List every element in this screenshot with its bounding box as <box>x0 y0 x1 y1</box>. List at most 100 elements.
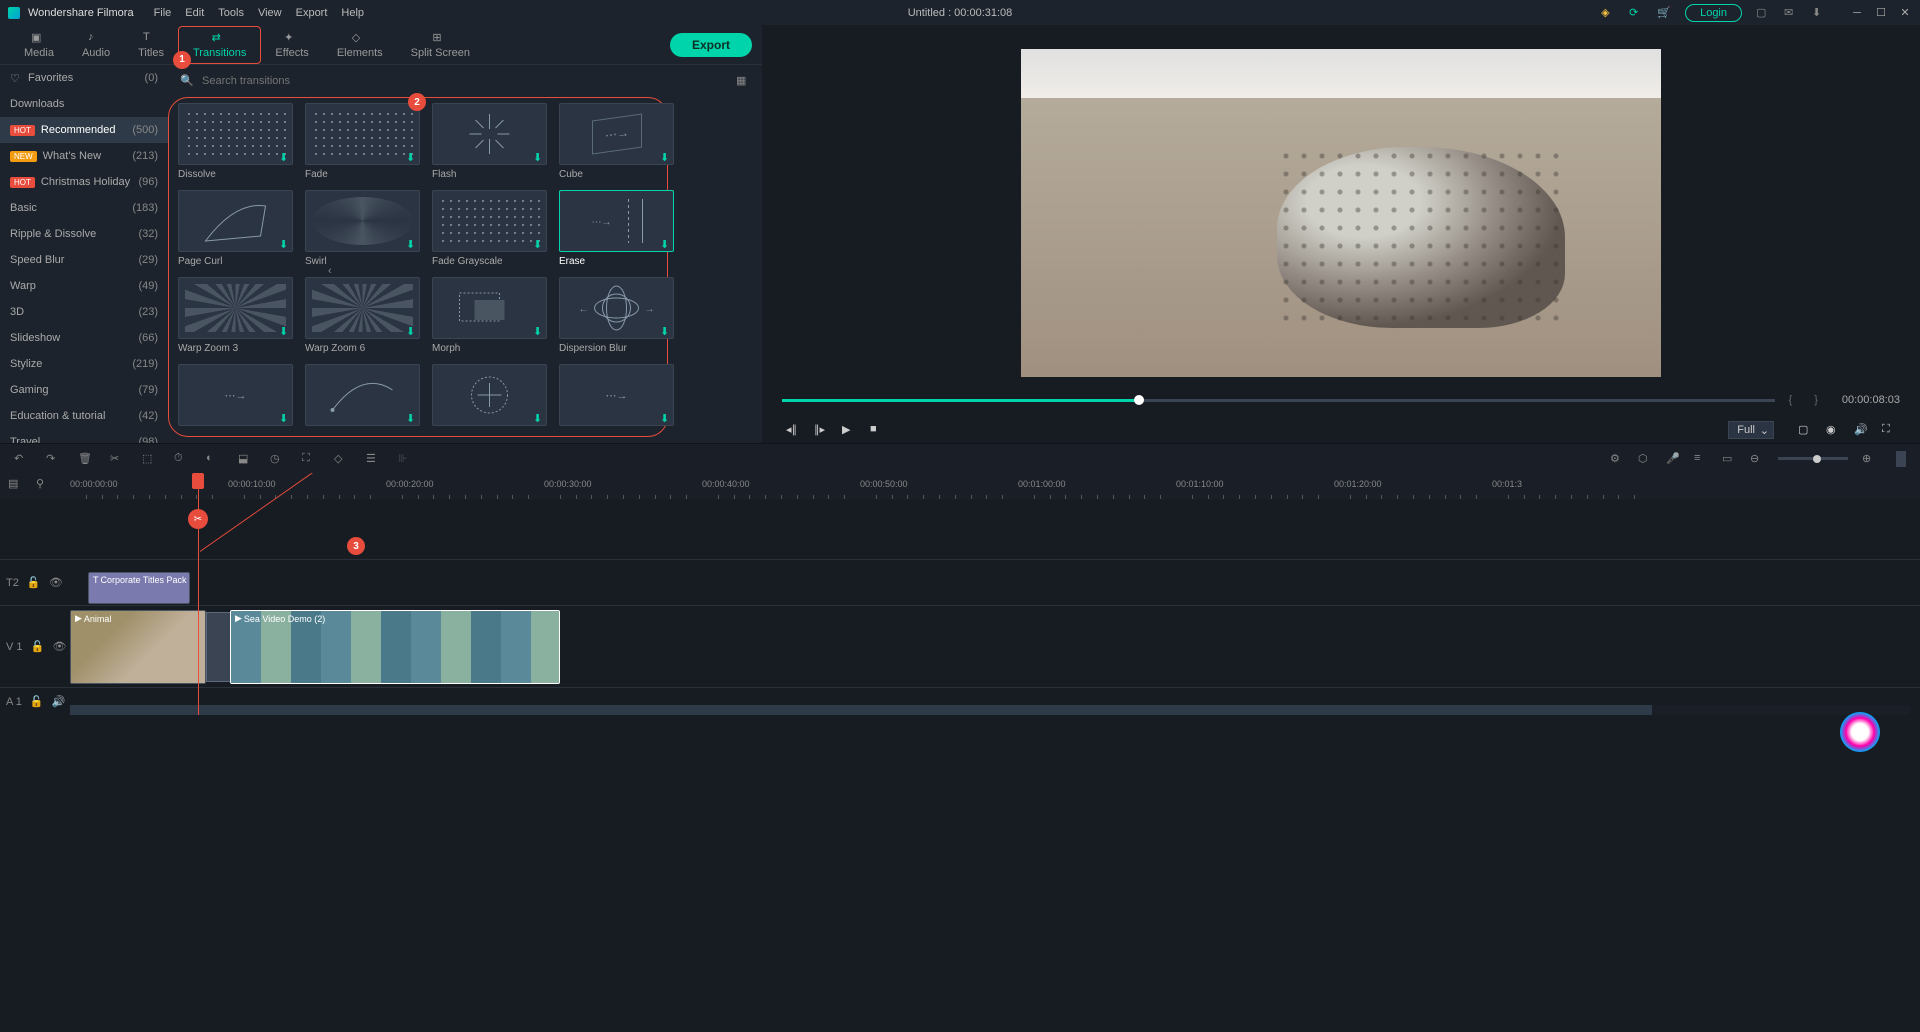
download-icon[interactable]: ⬇ <box>279 412 289 422</box>
download-icon[interactable]: ⬇ <box>533 325 543 335</box>
ruler[interactable]: 00:00:00:0000:00:10:0000:00:20:0000:00:3… <box>70 473 1920 499</box>
prev-frame-icon[interactable]: ◂∥ <box>786 423 800 437</box>
download-icon[interactable]: ⬇ <box>660 412 670 422</box>
display-icon[interactable]: ▢ <box>1798 423 1812 437</box>
quality-select[interactable]: Full ⌄ <box>1728 421 1774 439</box>
sidebar-item-education-tutorial[interactable]: Education & tutorial(42) <box>0 403 168 429</box>
delete-icon[interactable]: 🗑 <box>78 452 92 466</box>
transition-flash[interactable]: ⬇Flash <box>432 103 547 180</box>
maximize-icon[interactable]: ☐ <box>1874 6 1888 20</box>
visibility-icon[interactable]: 👁 <box>53 640 67 654</box>
tab-split-screen[interactable]: ⊞Split Screen <box>397 27 484 63</box>
download-icon[interactable]: ⬇ <box>406 151 416 161</box>
mixer-icon[interactable]: ≡ <box>1694 452 1708 466</box>
sidebar-item-gaming[interactable]: Gaming(79) <box>0 377 168 403</box>
sidebar-item-favorites[interactable]: ♡Favorites(0) <box>0 65 168 91</box>
track-manager-icon[interactable]: ▤ <box>8 477 22 491</box>
transition-fade-grayscale[interactable]: ⬇Fade Grayscale <box>432 190 547 267</box>
menu-edit[interactable]: Edit <box>185 7 204 19</box>
stop-icon[interactable]: ■ <box>870 423 884 437</box>
lock-icon[interactable]: 🔓 <box>30 695 44 709</box>
download-icon[interactable]: ⬇ <box>660 238 670 248</box>
transition-warp-zoom-3[interactable]: ⬇Warp Zoom 3 <box>178 277 293 354</box>
visibility-icon[interactable]: 👁 <box>49 576 63 590</box>
tab-audio[interactable]: ♪Audio <box>68 27 124 63</box>
duration-icon[interactable]: ◷ <box>270 452 284 466</box>
transition-page-curl[interactable]: ⬇Page Curl <box>178 190 293 267</box>
search-input[interactable] <box>202 75 728 87</box>
download-icon[interactable]: ⬇ <box>533 151 543 161</box>
tab-titles[interactable]: TTitles <box>124 27 178 63</box>
settings-icon[interactable]: ⚙ <box>1610 452 1624 466</box>
download-icon[interactable]: ⬇ <box>660 151 670 161</box>
sidebar-item-ripple-dissolve[interactable]: Ripple & Dissolve(32) <box>0 221 168 247</box>
preview-viewport[interactable] <box>1021 49 1661 377</box>
export-button[interactable]: Export <box>670 33 752 57</box>
undo-icon[interactable]: ↶ <box>14 452 28 466</box>
sidebar-item-travel[interactable]: Travel(98) <box>0 429 168 443</box>
transition-curve[interactable]: ⬇ <box>305 364 420 430</box>
tab-transitions[interactable]: ⇄Transitions 1 <box>178 26 261 64</box>
download-icon[interactable]: ⬇ <box>406 238 416 248</box>
zoom-out-icon[interactable]: ⊖ <box>1750 452 1764 466</box>
seek-bar[interactable] <box>782 399 1775 402</box>
mark-out-icon[interactable]: } <box>1814 394 1818 406</box>
sidebar-item-stylize[interactable]: Stylize(219) <box>0 351 168 377</box>
speed-icon[interactable]: ⏱ <box>174 452 188 466</box>
snapshot-icon[interactable]: ◉ <box>1826 423 1840 437</box>
download-icon[interactable]: ⬇ <box>279 325 289 335</box>
notification-icon[interactable]: ✉ <box>1784 6 1798 20</box>
audio-icon[interactable]: ⊪ <box>398 452 412 466</box>
volume-icon[interactable]: 🔊 <box>1854 423 1868 437</box>
download-icon[interactable]: ⬇ <box>533 412 543 422</box>
zoom-in-icon[interactable]: ⊕ <box>1862 452 1876 466</box>
download-icon[interactable]: ⬇ <box>406 412 416 422</box>
magnet-icon[interactable]: ⚲ <box>36 477 50 491</box>
tips-icon[interactable]: ◈ <box>1601 6 1615 20</box>
zoom-slider[interactable] <box>1778 457 1848 460</box>
video-clip-2[interactable]: ▶Sea Video Demo (2) <box>230 610 560 684</box>
timeline-scroll-icon[interactable] <box>1896 451 1906 467</box>
transition-dissolve[interactable]: ⬇Dissolve <box>178 103 293 180</box>
split-handle-icon[interactable]: ✂ <box>188 509 208 529</box>
video-clip-1[interactable]: ▶Animal <box>70 610 206 684</box>
wondershare-badge-icon[interactable] <box>1840 712 1880 752</box>
crop-icon[interactable]: ⬚ <box>142 452 156 466</box>
sidebar-item-recommended[interactable]: HOTRecommended(500) <box>0 117 168 143</box>
transition-dispersion-blur[interactable]: ←→⬇Dispersion Blur <box>559 277 674 354</box>
sidebar-item-downloads[interactable]: Downloads <box>0 91 168 117</box>
sidebar-item-slideshow[interactable]: Slideshow(66) <box>0 325 168 351</box>
transition-erase[interactable]: ⋯→⬇Erase <box>559 190 674 267</box>
mute-icon[interactable]: 🔊 <box>52 695 66 709</box>
tab-media[interactable]: ▣Media <box>10 27 68 63</box>
menu-tools[interactable]: Tools <box>218 7 244 19</box>
render-icon[interactable]: ▭ <box>1722 452 1736 466</box>
lock-icon[interactable]: 🔓 <box>31 640 45 654</box>
minimize-icon[interactable]: ─ <box>1850 6 1864 20</box>
cart-icon[interactable]: 🛒 <box>1657 6 1671 20</box>
freeze-icon[interactable]: ⬓ <box>238 452 252 466</box>
tab-effects[interactable]: ✦Effects <box>261 27 322 63</box>
grid-view-icon[interactable]: ▦ <box>736 74 750 88</box>
timeline-scrollbar[interactable] <box>70 705 1910 715</box>
transition-morph[interactable]: ⬇Morph <box>432 277 547 354</box>
sidebar-item-basic[interactable]: Basic(183) <box>0 195 168 221</box>
mark-in-icon[interactable]: { <box>1789 394 1793 406</box>
refresh-icon[interactable]: ⟳ <box>1629 6 1643 20</box>
close-icon[interactable]: ✕ <box>1898 6 1912 20</box>
play-icon[interactable]: ▶ <box>842 423 856 437</box>
sidebar-item-speed-blur[interactable]: Speed Blur(29) <box>0 247 168 273</box>
menu-view[interactable]: View <box>258 7 282 19</box>
sidebar-item-what-s-new[interactable]: NEWWhat's New(213) <box>0 143 168 169</box>
playhead[interactable]: ✂ <box>198 473 199 715</box>
sidebar-item--d[interactable]: 3D(23) <box>0 299 168 325</box>
sidebar-item-warp[interactable]: Warp(49) <box>0 273 168 299</box>
title-clip[interactable]: TCorporate Titles Pack <box>88 572 190 604</box>
menu-file[interactable]: File <box>154 7 172 19</box>
download-icon[interactable]: ⬇ <box>406 325 416 335</box>
color-icon[interactable]: ◐ <box>206 452 220 466</box>
login-button[interactable]: Login <box>1685 4 1742 22</box>
transition-cube[interactable]: ⋯→⬇Cube <box>559 103 674 180</box>
tab-elements[interactable]: ◇Elements <box>323 27 397 63</box>
sidebar-item-christmas-holiday[interactable]: HOTChristmas Holiday(96) <box>0 169 168 195</box>
